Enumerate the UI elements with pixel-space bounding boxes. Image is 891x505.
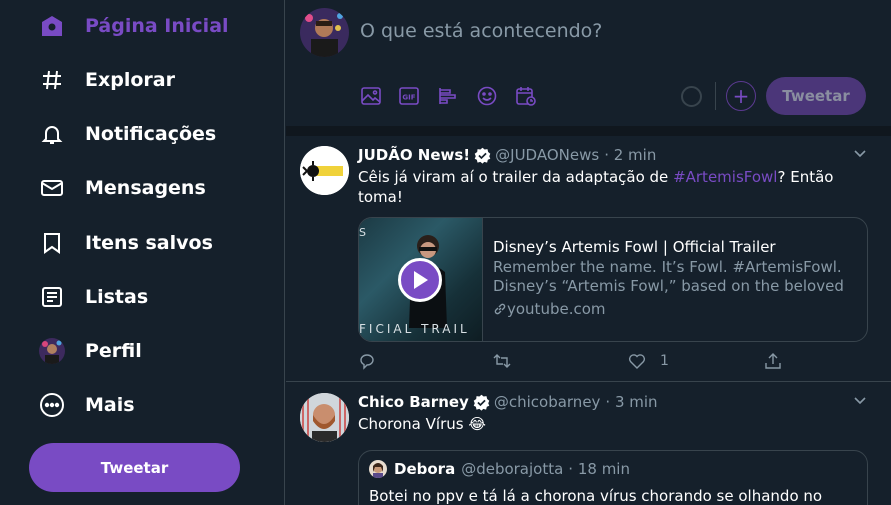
card-description: Remember the name. It’s Fowl. #ArtemisFo… xyxy=(493,258,844,295)
author-handle[interactable]: @JUDAONews xyxy=(495,146,599,164)
list-icon xyxy=(38,283,66,311)
schedule-icon[interactable] xyxy=(515,85,537,107)
sidebar-item-profile[interactable]: Perfil xyxy=(38,334,142,368)
author-handle[interactable]: @chicobarney xyxy=(494,393,601,411)
character-counter xyxy=(681,86,702,107)
quoted-author-name: Debora xyxy=(394,460,456,478)
avatar xyxy=(369,460,387,478)
compose-tweet-button[interactable]: Tweetar xyxy=(766,77,866,115)
link-card[interactable]: S FICIAL TRAIL Disney’s Artemis Fowl | O… xyxy=(358,217,868,342)
like-count: 1 xyxy=(660,353,669,369)
link-icon xyxy=(494,303,506,315)
hashtag-icon xyxy=(38,66,66,94)
avatar[interactable] xyxy=(300,393,349,442)
tweet[interactable]: JUDÃO News! @JUDAONews · 2 min Cêis já v… xyxy=(286,136,891,382)
quoted-tweet-text: Botei no ppv e tá lá a chorona vírus cho… xyxy=(369,487,823,505)
card-title: Disney’s Artemis Fowl | Official Trailer xyxy=(493,238,776,256)
card-domain-text: youtube.com xyxy=(507,300,606,318)
sidebar-item-label: Perfil xyxy=(85,340,142,362)
tweet-time[interactable]: · 3 min xyxy=(605,393,657,411)
reply-icon xyxy=(360,354,374,370)
card-domain: youtube.com xyxy=(493,300,858,318)
card-body: Disney’s Artemis Fowl | Official Trailer… xyxy=(493,238,858,318)
bell-icon xyxy=(38,120,66,148)
play-icon[interactable] xyxy=(398,258,442,302)
reply-button[interactable] xyxy=(358,352,376,370)
thumbnail-caption: FICIAL TRAIL xyxy=(359,322,470,336)
share-button[interactable] xyxy=(764,352,782,370)
home-icon xyxy=(38,12,66,40)
chevron-down-icon[interactable] xyxy=(853,147,867,161)
heart-icon xyxy=(628,354,646,369)
tweet-header: Chico Barney @chicobarney · 3 min xyxy=(358,393,658,411)
divider xyxy=(715,82,716,110)
sidebar-tweet-button[interactable]: Tweetar xyxy=(29,443,240,492)
avatar xyxy=(38,337,66,365)
sidebar-item-lists[interactable]: Listas xyxy=(38,280,148,314)
tweet-actions: 1 xyxy=(358,352,788,372)
sidebar-item-messages[interactable]: Mensagens xyxy=(38,171,206,205)
tweet-header: JUDÃO News! @JUDAONews · 2 min xyxy=(358,146,656,164)
retweet-button[interactable] xyxy=(493,352,511,370)
tweet[interactable]: Chico Barney @chicobarney · 3 min Choron… xyxy=(286,383,891,505)
tweet-time[interactable]: · 2 min xyxy=(604,146,656,164)
compose-box: O que está acontecendo? GIF + Tweetar xyxy=(286,0,891,126)
verified-icon xyxy=(474,147,491,164)
sidebar-item-label: Mensagens xyxy=(85,177,206,199)
author-name[interactable]: Chico Barney xyxy=(358,393,469,411)
compose-input[interactable]: O que está acontecendo? xyxy=(360,20,602,42)
quoted-author-handle: @deborajotta xyxy=(461,460,564,478)
sidebar-item-label: Página Inicial xyxy=(85,15,229,37)
sidebar-item-label: Notificações xyxy=(85,123,217,145)
add-thread-button[interactable]: + xyxy=(726,81,756,111)
sidebar-item-home[interactable]: Página Inicial xyxy=(38,9,229,43)
gif-icon[interactable]: GIF xyxy=(398,85,420,107)
compose-divider xyxy=(286,126,891,136)
tweet-text: Cêis já viram aí o trailer da adaptação … xyxy=(358,167,858,207)
avatar[interactable] xyxy=(300,8,349,57)
sidebar-item-bookmarks[interactable]: Itens salvos xyxy=(38,226,213,260)
verified-icon xyxy=(473,394,490,411)
image-icon[interactable] xyxy=(360,85,382,107)
envelope-icon xyxy=(38,174,66,202)
tweet-text: Chorona Vírus 😂 xyxy=(358,415,486,433)
author-name[interactable]: JUDÃO News! xyxy=(358,146,470,164)
quoted-tweet-header: Debora @deborajotta · 18 min xyxy=(369,460,630,478)
sidebar-item-label: Listas xyxy=(85,286,149,308)
quoted-tweet-time: · 18 min xyxy=(568,460,630,478)
sidebar-item-notifications[interactable]: Notificações xyxy=(38,117,216,151)
hashtag-link[interactable]: #ArtemisFowl xyxy=(673,168,777,186)
avatar[interactable] xyxy=(300,146,349,195)
sidebar-item-more[interactable]: Mais xyxy=(38,388,135,422)
thumbnail-caption: S xyxy=(359,226,368,239)
svg-text:GIF: GIF xyxy=(402,94,415,102)
like-button[interactable]: 1 xyxy=(628,352,669,370)
card-thumbnail: S FICIAL TRAIL xyxy=(359,218,483,341)
bookmark-icon xyxy=(38,229,66,257)
sidebar-item-explore[interactable]: Explorar xyxy=(38,63,175,97)
sidebar-item-label: Itens salvos xyxy=(85,232,213,254)
retweet-icon xyxy=(493,354,511,368)
tweet-text-part: Cêis já viram aí o trailer da adaptação … xyxy=(358,168,674,186)
poll-icon[interactable] xyxy=(437,85,459,107)
chevron-down-icon[interactable] xyxy=(853,394,867,408)
sidebar-item-label: Mais xyxy=(85,394,135,416)
sidebar-nav: Página Inicial Explorar Notificações Men… xyxy=(0,0,285,505)
share-icon xyxy=(765,353,781,369)
more-circle-icon xyxy=(38,391,66,419)
quoted-tweet[interactable]: Debora @deborajotta · 18 min Botei no pp… xyxy=(358,450,868,505)
emoji-icon[interactable] xyxy=(476,85,498,107)
sidebar-item-label: Explorar xyxy=(85,69,175,91)
